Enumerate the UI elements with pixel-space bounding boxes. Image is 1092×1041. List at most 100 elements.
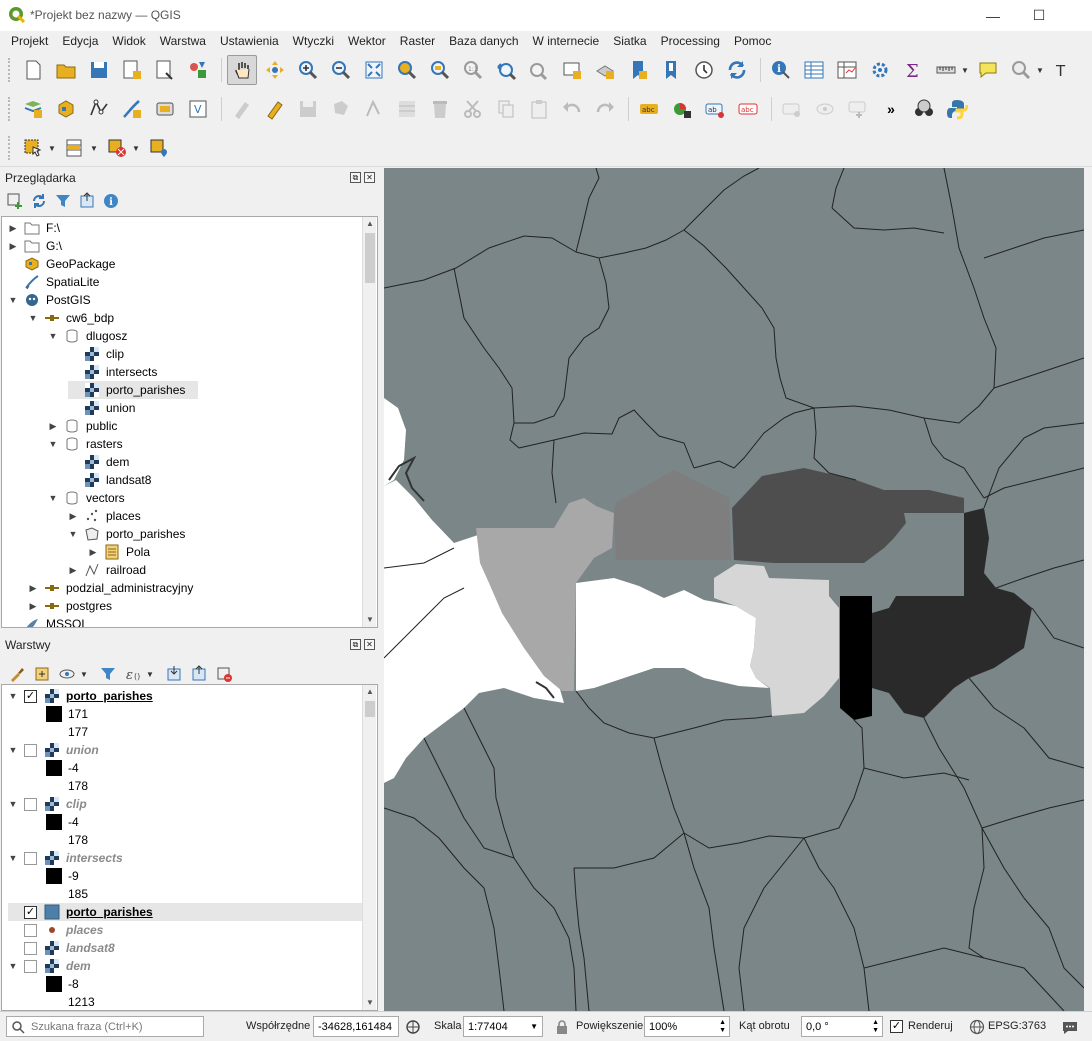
- current-edits-icon[interactable]: [227, 94, 257, 124]
- deselect-features-icon[interactable]: [102, 133, 132, 163]
- coordinate-field[interactable]: -34628,161484: [313, 1016, 399, 1037]
- map-svg[interactable]: [384, 168, 1084, 1011]
- identify-features-icon[interactable]: i: [766, 55, 796, 85]
- layout-manager-icon[interactable]: [150, 55, 180, 85]
- scroll-down-icon[interactable]: ▼: [363, 996, 377, 1010]
- layer-item[interactable]: ✓ porto_parishes: [8, 903, 363, 921]
- browser-item[interactable]: landsat8: [68, 471, 151, 489]
- browser-scrollbar[interactable]: ▲ ▼: [362, 217, 376, 627]
- browser-item[interactable]: ▶ places: [68, 507, 141, 525]
- save-project-icon[interactable]: [84, 55, 114, 85]
- collapse-arrow-icon[interactable]: ▼: [48, 439, 58, 449]
- menu-warstwa[interactable]: Warstwa: [153, 34, 213, 48]
- paste-features-icon[interactable]: [524, 94, 554, 124]
- expand-arrow-icon[interactable]: ▶: [8, 241, 18, 252]
- zoom-last-icon[interactable]: [491, 55, 521, 85]
- dropdown-arrow-icon[interactable]: ▼: [48, 133, 56, 163]
- show-hide-visibility-icon[interactable]: [810, 94, 840, 124]
- layer-visibility-checkbox[interactable]: [24, 923, 37, 937]
- scroll-down-icon[interactable]: ▼: [363, 613, 377, 627]
- layer-visibility-checkbox[interactable]: [24, 851, 37, 865]
- menu-baza-danych[interactable]: Baza danych: [442, 34, 525, 48]
- render-checkbox[interactable]: ✓: [890, 1020, 903, 1033]
- highlight-pinned-labels-icon[interactable]: ab: [700, 94, 730, 124]
- collapse-arrow-icon[interactable]: ▼: [8, 799, 18, 809]
- label-tool-icon[interactable]: abc: [634, 94, 664, 124]
- statistics-icon[interactable]: Σ: [898, 55, 928, 85]
- rotation-spinbox[interactable]: 0,0 ° ▲ ▼: [801, 1016, 883, 1037]
- browser-item[interactable]: MSSQL: [8, 615, 88, 627]
- layer-diagram-icon[interactable]: [667, 94, 697, 124]
- temporal-controller-icon[interactable]: [689, 55, 719, 85]
- select-by-location-icon[interactable]: [144, 133, 174, 163]
- layer-item[interactable]: ▼ intersects: [8, 849, 123, 867]
- magnifier-spinbox[interactable]: 100% ▲ ▼: [644, 1016, 730, 1037]
- browser-item[interactable]: ▶ G:\: [8, 237, 62, 255]
- browser-item[interactable]: clip: [68, 345, 124, 363]
- refresh-icon[interactable]: [30, 192, 48, 210]
- menu-projekt[interactable]: Projekt: [4, 34, 55, 48]
- new-map-view-icon[interactable]: [557, 55, 587, 85]
- browser-item[interactable]: union: [68, 399, 135, 417]
- new-print-layout-icon[interactable]: [117, 55, 147, 85]
- toggle-editing-icon[interactable]: [260, 94, 290, 124]
- pin-labels-icon[interactable]: abc: [733, 94, 763, 124]
- collapse-arrow-icon[interactable]: ▼: [8, 853, 18, 863]
- delete-selected-icon[interactable]: [425, 94, 455, 124]
- new-project-icon[interactable]: [18, 55, 48, 85]
- locator-search-input[interactable]: Szukana fraza (Ctrl+K): [6, 1016, 204, 1037]
- digitize-line-icon[interactable]: [117, 94, 147, 124]
- collapse-arrow-icon[interactable]: ▼: [8, 691, 18, 701]
- add-layer-icon[interactable]: [6, 192, 24, 210]
- layer-item[interactable]: ▼ ✓ porto_parishes: [8, 687, 153, 705]
- browser-item[interactable]: ▶ railroad: [68, 561, 147, 579]
- minimize-button[interactable]: —: [970, 0, 1016, 31]
- style-manager-icon[interactable]: [8, 665, 26, 683]
- new-geopackage-icon[interactable]: [51, 94, 81, 124]
- scroll-up-icon[interactable]: ▲: [363, 685, 377, 699]
- globe-icon[interactable]: [969, 1019, 985, 1035]
- browser-item[interactable]: ▶ Pola: [88, 543, 150, 561]
- collapse-arrow-icon[interactable]: ▼: [48, 331, 58, 341]
- cut-features-icon[interactable]: [458, 94, 488, 124]
- layer-visibility-checkbox[interactable]: [24, 743, 37, 757]
- dropdown-arrow-icon[interactable]: ▼: [1036, 55, 1044, 85]
- collapse-arrow-icon[interactable]: ▼: [8, 745, 18, 755]
- layers-scrollbar[interactable]: ▲ ▼: [362, 685, 376, 1010]
- browser-item[interactable]: dem: [68, 453, 129, 471]
- collapse-all-icon[interactable]: [190, 665, 208, 683]
- layer-item[interactable]: ▼ clip: [8, 795, 87, 813]
- expand-arrow-icon[interactable]: ▶: [28, 601, 38, 612]
- visibility-icon[interactable]: [58, 665, 76, 683]
- menu-raster[interactable]: Raster: [393, 34, 442, 48]
- expand-arrow-icon[interactable]: ▶: [68, 565, 78, 576]
- collapse-arrow-icon[interactable]: ▼: [8, 961, 18, 971]
- toolbar-grip[interactable]: [8, 136, 12, 160]
- temporary-scratch-layer-icon[interactable]: [150, 94, 180, 124]
- browser-item[interactable]: ▶ podzial_administracyjny: [28, 579, 194, 597]
- style-manager-icon[interactable]: [183, 55, 213, 85]
- vertex-tool-icon[interactable]: [359, 94, 389, 124]
- browser-item[interactable]: ▼ porto_parishes: [68, 525, 186, 543]
- browser-item[interactable]: ▶ postgres: [28, 597, 113, 615]
- crs-button[interactable]: EPSG:3763: [988, 1020, 1046, 1032]
- scale-combobox[interactable]: 1:77404 ▼: [463, 1016, 543, 1037]
- menu-widok[interactable]: Widok: [105, 34, 152, 48]
- expand-arrow-icon[interactable]: ▶: [48, 421, 58, 432]
- save-edits-icon[interactable]: [293, 94, 323, 124]
- refresh-icon[interactable]: [722, 55, 752, 85]
- maximize-button[interactable]: ☐: [1016, 0, 1062, 31]
- pan-to-selection-icon[interactable]: [260, 55, 290, 85]
- pan-map-icon[interactable]: [227, 55, 257, 85]
- browser-item[interactable]: ▶ F:\: [8, 219, 60, 237]
- browser-item[interactable]: porto_parishes: [68, 381, 198, 399]
- remove-layer-icon[interactable]: [215, 665, 233, 683]
- panel-float-icon[interactable]: ⧉: [350, 639, 361, 650]
- browser-item[interactable]: SpatiaLite: [8, 273, 99, 291]
- expand-arrow-icon[interactable]: ▶: [68, 511, 78, 522]
- panel-close-icon[interactable]: ✕: [364, 172, 375, 183]
- toolbar-overflow-button[interactable]: »: [876, 94, 906, 124]
- scroll-thumb[interactable]: [365, 233, 375, 283]
- menu-pomoc[interactable]: Pomoc: [727, 34, 778, 48]
- text-annotation-icon[interactable]: T: [1048, 55, 1078, 85]
